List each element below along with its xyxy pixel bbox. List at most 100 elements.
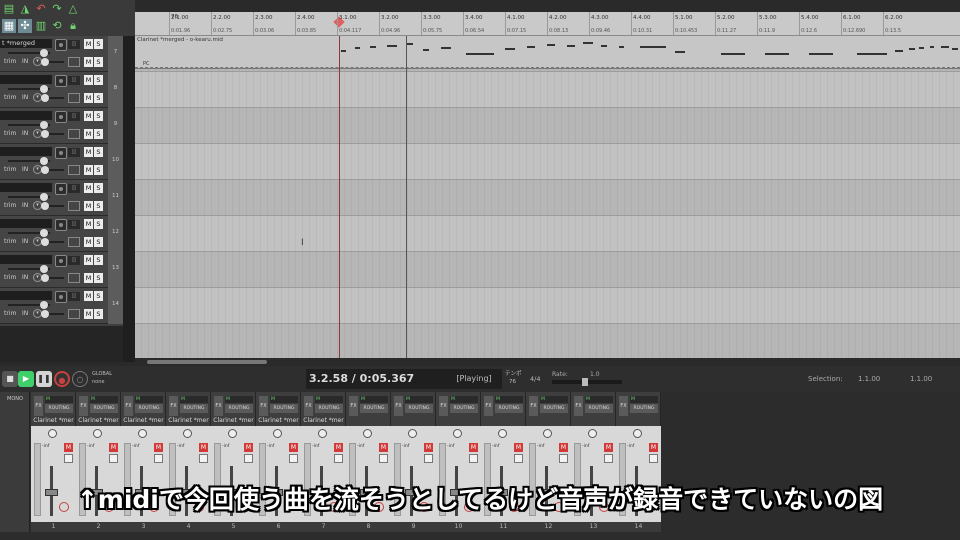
solo-button[interactable]: S [94, 291, 103, 301]
input-button[interactable]: IN [22, 201, 32, 211]
pan-knob[interactable] [498, 429, 507, 438]
track-fx-button[interactable]: ◫ [68, 76, 80, 85]
pan-knob[interactable] [41, 166, 49, 174]
routing-button[interactable]: ROUTING [540, 404, 568, 413]
lock-icon[interactable]: 🔒︎ [66, 19, 80, 33]
io-button[interactable] [68, 165, 80, 175]
routing-button[interactable]: ROUTING [315, 404, 343, 413]
solo-button[interactable] [649, 454, 658, 463]
mute-button[interactable]: M [84, 255, 93, 265]
pan-knob[interactable] [41, 58, 49, 66]
track-header[interactable]: ◫ M Strim IN ▾ M S 8 [0, 72, 123, 108]
fx-button[interactable]: FX [169, 396, 178, 416]
solo-button-2[interactable]: S [94, 309, 103, 319]
mute-button[interactable]: M [289, 443, 298, 452]
track-name-field[interactable] [0, 183, 52, 192]
insert-slot[interactable]: M [225, 396, 253, 403]
track-header[interactable]: ◫ M Strim IN ▾ M S 14 [0, 288, 123, 324]
insert-slot[interactable]: M [315, 396, 343, 403]
track-name-field[interactable] [0, 111, 52, 120]
mute-button-2[interactable]: M [84, 201, 93, 211]
metronome-icon[interactable]: ◮ [18, 2, 32, 16]
insert-slot[interactable]: M [45, 396, 73, 403]
trim-label[interactable]: trim [4, 273, 18, 283]
volume-knob[interactable] [40, 301, 48, 309]
tcp-divider[interactable] [123, 36, 135, 362]
mute-button[interactable]: M [84, 219, 93, 229]
record-arm-button[interactable] [55, 39, 67, 51]
ripple-icon[interactable]: ▥ [34, 19, 48, 33]
mute-button[interactable]: M [199, 443, 208, 452]
input-button[interactable]: IN [22, 165, 32, 175]
input-button[interactable]: IN [22, 309, 32, 319]
pan-knob[interactable] [228, 429, 237, 438]
mute-button[interactable]: M [649, 443, 658, 452]
tempo-icon[interactable]: △ [66, 2, 80, 16]
track-name-field[interactable] [0, 219, 52, 228]
master-mono-button[interactable]: MONO [2, 396, 28, 416]
time-signature[interactable]: 4/4 [530, 375, 540, 383]
input-button[interactable]: IN [22, 93, 32, 103]
fx-button[interactable]: FX [439, 396, 448, 416]
trim-label[interactable]: trim [4, 93, 18, 103]
trim-label[interactable]: trim [4, 237, 18, 247]
track-header[interactable]: ◫ M Strim IN ▾ M S 10 [0, 144, 123, 180]
fx-button[interactable]: FX [349, 396, 358, 416]
volume-knob[interactable] [40, 85, 48, 93]
track-fx-button[interactable]: ◫ [68, 220, 80, 229]
pan-knob[interactable] [543, 429, 552, 438]
track-fx-button[interactable]: ◫ [68, 292, 80, 301]
solo-button[interactable] [604, 454, 613, 463]
solo-button[interactable] [334, 454, 343, 463]
routing-button[interactable]: ROUTING [630, 404, 658, 413]
mute-button-2[interactable]: M [84, 165, 93, 175]
track-lane[interactable] [135, 144, 960, 180]
record-arm-button[interactable] [55, 75, 67, 87]
insert-slot[interactable]: M [270, 396, 298, 403]
record-arm-button[interactable] [55, 183, 67, 195]
record-arm-button[interactable] [55, 147, 67, 159]
mute-button-2[interactable]: M [84, 309, 93, 319]
play-icon[interactable]: ▶ [18, 371, 34, 387]
track-lane[interactable] [135, 324, 960, 358]
routing-button[interactable]: ROUTING [495, 404, 523, 413]
repeat-icon[interactable]: ◌ [72, 371, 88, 387]
insert-slot[interactable]: M [585, 396, 613, 403]
solo-button[interactable] [154, 454, 163, 463]
pause-icon[interactable]: ❚❚ [36, 371, 52, 387]
track-header[interactable]: ◫ M Strim IN ▾ M S 9 [0, 108, 123, 144]
track-lane[interactable] [135, 108, 960, 144]
pan-knob[interactable] [183, 429, 192, 438]
insert-slot[interactable]: M [180, 396, 208, 403]
pan-knob[interactable] [363, 429, 372, 438]
solo-button[interactable]: S [94, 75, 103, 85]
track-name-field[interactable] [0, 255, 52, 264]
track-fx-button[interactable]: ◫ [68, 184, 80, 193]
solo-button[interactable]: S [94, 219, 103, 229]
trim-label[interactable]: trim [4, 129, 18, 139]
track-fx-button[interactable]: ◫ [68, 112, 80, 121]
track-lane[interactable] [135, 180, 960, 216]
insert-slot[interactable]: M [90, 396, 118, 403]
track-header[interactable]: ◫ M Strim IN ▾ M S 12 [0, 216, 123, 252]
insert-slot[interactable]: M [450, 396, 478, 403]
fx-button[interactable]: FX [259, 396, 268, 416]
mute-button[interactable]: M [154, 443, 163, 452]
pan-knob[interactable] [41, 310, 49, 318]
pan-knob[interactable] [48, 429, 57, 438]
track-lane[interactable] [135, 216, 960, 252]
rate-slider-thumb[interactable] [582, 378, 588, 386]
fx-button[interactable]: FX [619, 396, 628, 416]
routing-button[interactable]: ROUTING [135, 404, 163, 413]
solo-button[interactable]: S [94, 183, 103, 193]
mute-button-2[interactable]: M [84, 273, 93, 283]
track-name-field[interactable] [0, 75, 52, 84]
insert-slot[interactable]: M [630, 396, 658, 403]
trim-label[interactable]: trim [4, 165, 18, 175]
routing-button[interactable]: ROUTING [45, 404, 73, 413]
solo-button[interactable] [424, 454, 433, 463]
record-arm-button[interactable] [55, 291, 67, 303]
snap-icon[interactable]: ✣ [18, 19, 32, 33]
mute-button-2[interactable]: M [84, 237, 93, 247]
solo-button[interactable] [559, 454, 568, 463]
